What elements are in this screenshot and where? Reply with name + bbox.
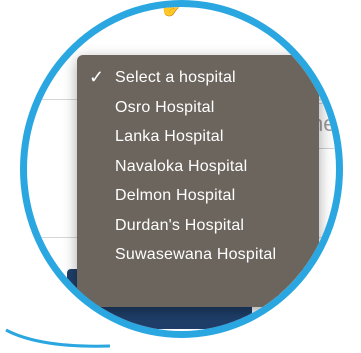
wave-hand-icon: ✋	[159, 0, 182, 17]
option-label: Select a hospital	[115, 69, 236, 86]
option-label: Delmon Hospital	[115, 187, 236, 204]
option-select-a-hospital[interactable]: ✓ Select a hospital	[77, 63, 319, 93]
option-label: Osro Hospital	[115, 98, 215, 116]
option-label: Navaloka Hospital	[115, 157, 248, 175]
option-label: Lanka Hospital	[115, 128, 224, 145]
option-suwasewana-hospital[interactable]: Suwasewana Hospital	[77, 240, 319, 270]
option-label: Durdan's Hospital	[115, 216, 245, 234]
option-lanka-hospital[interactable]: Lanka Hospital	[77, 122, 319, 152]
option-label: Suwasewana Hospital	[115, 246, 277, 263]
magnifier-circle: ohn ✋ ne ✓ Select a hospital Osro Hospit…	[20, 0, 343, 338]
option-navaloka-hospital[interactable]: Navaloka Hospital	[77, 152, 319, 182]
checkmark-icon: ✓	[89, 67, 105, 87]
option-delmon-hospital[interactable]: Delmon Hospital	[77, 181, 319, 211]
option-durdans-hospital[interactable]: Durdan's Hospital	[77, 211, 319, 241]
option-osro-hospital[interactable]: Osro Hospital	[77, 93, 319, 123]
hospital-select-menu[interactable]: ✓ Select a hospital Osro Hospital Lanka …	[77, 55, 319, 307]
